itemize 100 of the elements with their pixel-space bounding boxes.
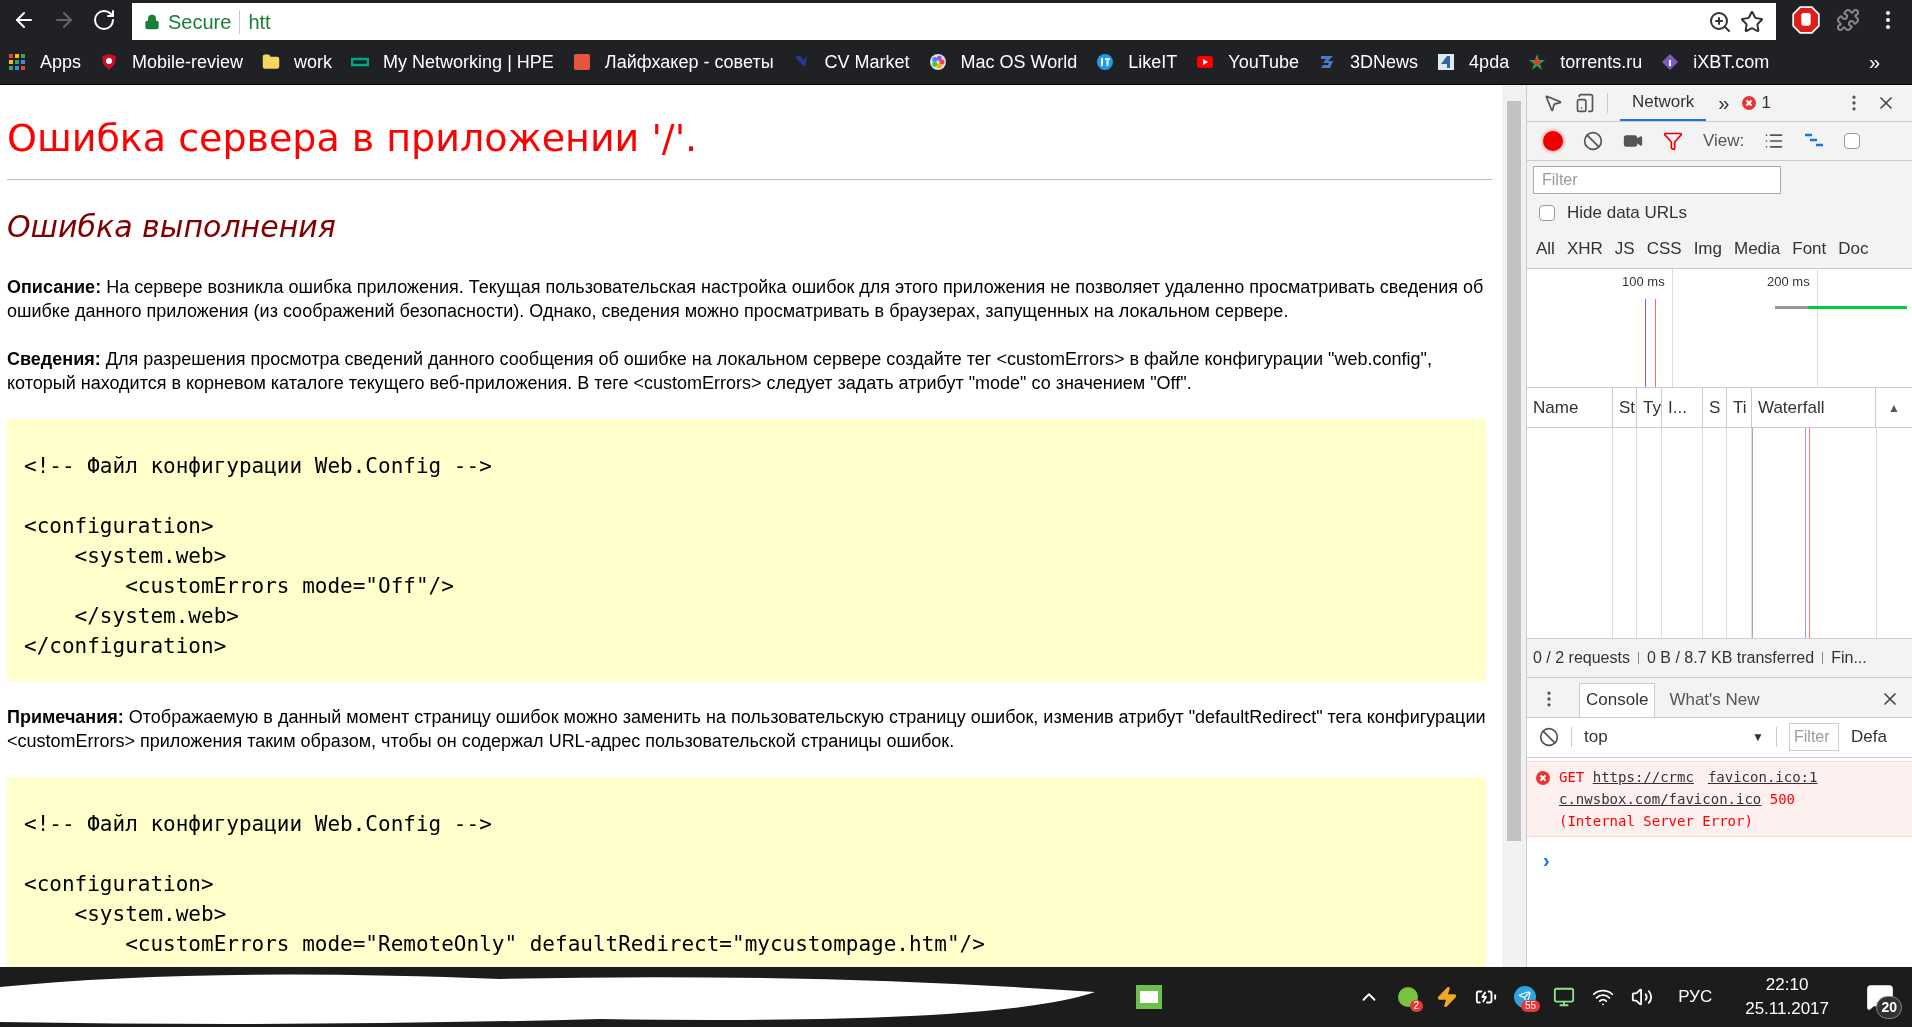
code-line: <customErrors mode="RemoteOnly" defaultRedirect="mycustompage.htm"/> — [124, 931, 985, 958]
inspect-icon[interactable] — [1543, 93, 1563, 113]
paragraph: Примечания: Отображаемую в данный момент страницу ошибок можно заменить на пользовательскую страницу ошибок, изменив атрибут "defaultRedirect" тега конфигурации <customErrors> приложения таким образом, чтобы он содержал URL-адрес пользовательской страницы ошибок. — [7, 706, 1487, 753]
tile-icon — [1437, 53, 1456, 71]
paragraph: Сведения: Для разрешения просмотра сведений данного сообщения об ошибке на локальном сервере создайте тег <customErrors> в файле конфигурации "web.config", который находится в корневом каталоге текущего веб-приложения. В теге <customErrors> следует задать атрибут "mode" со значением "Off". — [7, 348, 1433, 395]
code-line: <!-- Файл конфигурации Web.Config --> — [24, 453, 492, 480]
page-title: Ошибка сервера в приложении '/'. — [7, 115, 698, 161]
column-header[interactable]: Ti — [1727, 388, 1752, 427]
checkbox[interactable] — [1539, 205, 1555, 221]
bookmark[interactable]: Лайфхакер - советы — [572, 48, 774, 76]
drawer-tab[interactable]: Console — [1579, 682, 1656, 717]
notification-count: 20 — [1876, 996, 1902, 1019]
language-indicator[interactable]: РУС — [1678, 984, 1713, 1010]
it-logo-icon — [1096, 53, 1115, 71]
type-filter[interactable]: Img — [1690, 236, 1725, 262]
error-message: GET https://crmc favicon.ico:1 c.nwsbox.com/favicon.ico 500 (Internal Server Error) — [1559, 765, 1818, 832]
status-text: 0 / 2 requests — [1533, 647, 1630, 668]
error-icon — [1741, 95, 1758, 111]
lock-icon — [144, 14, 160, 30]
source-link[interactable]: favicon.ico:1 — [1707, 765, 1818, 788]
code-line: <configuration> — [24, 871, 214, 898]
reload-icon[interactable] — [92, 8, 116, 32]
star-icon — [1528, 53, 1547, 71]
monitor-icon[interactable] — [1553, 986, 1576, 1008]
lightning-icon[interactable] — [1436, 986, 1459, 1008]
clock[interactable]: 22:10 25.11.2017 — [1745, 973, 1829, 1021]
request-link[interactable]: c.nwsbox.com/favicon.ico — [1559, 790, 1762, 807]
clear-icon[interactable] — [1583, 131, 1603, 151]
secure-label: Secure — [168, 10, 232, 35]
shield-icon — [100, 53, 119, 71]
scrollbar[interactable] — [1502, 85, 1526, 967]
checkbox[interactable] — [1844, 133, 1861, 149]
type-filter[interactable]: XHR — [1563, 236, 1606, 262]
badge: 55 — [1521, 1000, 1541, 1012]
column-header[interactable]: Ty — [1637, 388, 1662, 427]
drawer-tab[interactable]: What's New — [1663, 682, 1766, 717]
page-subtitle: Ошибка выполнения — [7, 208, 336, 246]
sort-arrow-icon[interactable]: ▲ — [1876, 388, 1912, 427]
levels-dropdown[interactable]: Defa — [1851, 724, 1887, 750]
filter-field[interactable]: Filter — [1533, 166, 1781, 194]
error-icon — [1535, 769, 1551, 786]
bookmark[interactable]: 4pda — [1437, 48, 1510, 76]
bookmark[interactable]: iXBT.com — [1661, 48, 1770, 76]
filter-icon[interactable] — [1663, 131, 1683, 151]
bookmark[interactable]: Apps — [8, 48, 82, 76]
diamond-icon — [1661, 53, 1680, 71]
code-line: <customErrors mode="Off"/> — [124, 573, 454, 600]
code-line: <system.web> — [73, 901, 227, 928]
type-filter[interactable]: Doc — [1835, 236, 1872, 262]
puzzle-icon[interactable] — [1836, 8, 1860, 32]
more-bookmarks-button[interactable]: » — [1868, 47, 1880, 77]
folder-icon — [262, 53, 281, 71]
time-tick: 100 ms — [1622, 273, 1665, 291]
timeline-overview[interactable]: 100 ms 200 ms — [1527, 268, 1912, 388]
code-line: <configuration> — [24, 513, 214, 540]
play-icon — [1196, 53, 1215, 71]
code-line: <system.web> — [73, 543, 227, 570]
console-filter-field[interactable]: Filter — [1789, 723, 1839, 751]
type-filter[interactable]: JS — [1611, 236, 1638, 262]
type-filter[interactable]: Media — [1730, 236, 1784, 262]
address-bar[interactable]: Secure htt — [132, 3, 1776, 41]
time-tick: 200 ms — [1767, 273, 1810, 291]
type-filter[interactable]: All — [1533, 236, 1558, 262]
bookmark[interactable]: My Networking | HPE — [351, 48, 554, 76]
error-count: 1 — [1761, 92, 1771, 115]
bookmark[interactable]: 3DNews — [1318, 48, 1419, 76]
bookmark[interactable]: Mobile-review — [100, 48, 244, 76]
stop-hand-icon[interactable] — [1792, 6, 1820, 34]
flower-icon — [928, 53, 947, 71]
column-header[interactable]: St — [1613, 388, 1637, 427]
bookmark[interactable]: YouTube — [1196, 48, 1300, 76]
bookmark[interactable]: torrents.ru — [1528, 48, 1643, 76]
record-button[interactable] — [1543, 131, 1563, 151]
bookmark[interactable]: CV Market — [792, 48, 910, 76]
more-tabs-button[interactable]: » — [1718, 88, 1730, 118]
code-line: </configuration> — [24, 633, 227, 660]
url-text: htt — [248, 10, 272, 35]
code-line: <!-- Файл конфигурации Web.Config --> — [24, 811, 492, 838]
type-filter[interactable]: Font — [1789, 236, 1830, 262]
bookmark-star-icon[interactable] — [1740, 10, 1764, 34]
zoom-icon[interactable] — [1708, 10, 1732, 34]
bookmark[interactable]: work — [262, 48, 333, 76]
view-label: View: — [1703, 130, 1745, 153]
type-filter[interactable]: CSS — [1643, 236, 1685, 262]
column-header[interactable]: Waterfall — [1752, 388, 1876, 427]
square-icon — [572, 53, 591, 71]
volume-icon[interactable] — [1631, 986, 1654, 1008]
clear-console-icon[interactable] — [1539, 727, 1559, 747]
column-header[interactable]: I... — [1662, 388, 1703, 427]
console-prompt[interactable]: › — [1527, 836, 1566, 875]
column-header[interactable]: S — [1703, 388, 1727, 427]
bookmark[interactable]: Mac OS World — [928, 48, 1078, 76]
list-view-icon[interactable] — [1764, 131, 1785, 151]
status-text: 0 B / 8.7 KB transferred — [1646, 647, 1815, 668]
context-dropdown[interactable]: top ▼ — [1584, 724, 1764, 750]
device-toolbar-icon[interactable] — [1575, 93, 1595, 113]
bookmark[interactable]: LikeIT — [1096, 48, 1178, 76]
column-header[interactable]: Name — [1527, 388, 1613, 427]
request-link[interactable]: https://crmc — [1592, 768, 1694, 785]
checkbox-label: Hide data URLs — [1567, 202, 1687, 225]
